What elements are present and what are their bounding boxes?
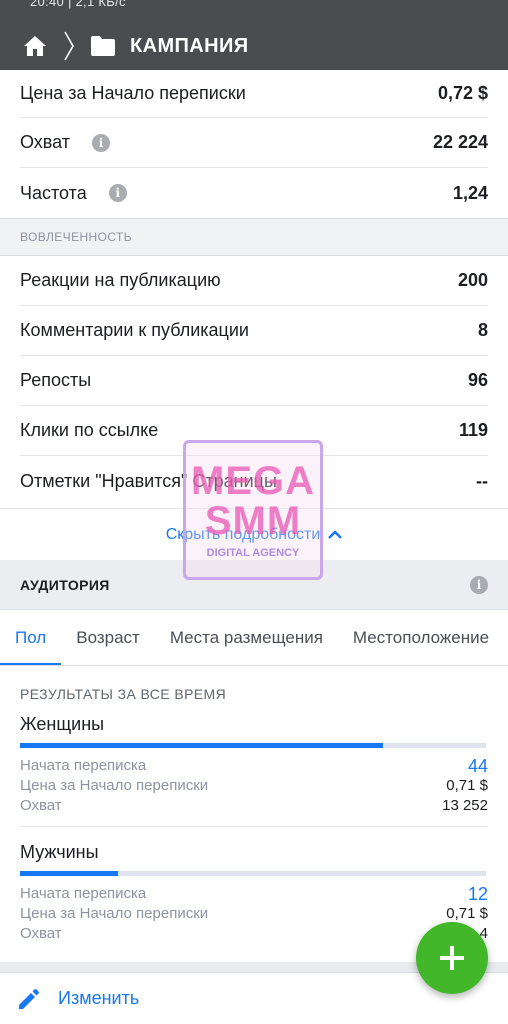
engagement-label: Клики по ссылке bbox=[20, 420, 159, 440]
gender-metric-label: Цена за Начало переписки bbox=[20, 905, 209, 922]
gender-metric-label: Охват bbox=[20, 925, 62, 942]
gender-bar-fill bbox=[20, 743, 384, 748]
info-icon[interactable]: i bbox=[470, 575, 488, 594]
gender-metric-label: Начата переписка bbox=[20, 757, 147, 774]
gender-group-women: Женщины Начата переписка 44 Цена за Нача… bbox=[20, 714, 488, 816]
gender-metric-value: 0,71 $ bbox=[446, 905, 488, 922]
gender-bar-track bbox=[20, 743, 486, 748]
metric-value: 1,24 bbox=[452, 182, 488, 203]
tab-gender[interactable]: Пол bbox=[0, 610, 62, 665]
watermark-logo: MEGA SMM DIGITAL AGENCY bbox=[183, 440, 323, 580]
gender-metric-label: Охват bbox=[20, 797, 62, 814]
watermark-line3: DIGITAL AGENCY bbox=[206, 547, 300, 559]
gender-group-men: Мужчины Начата переписка 12 Цена за Нача… bbox=[20, 842, 488, 944]
gender-metric-row: Цена за Начало переписки 0,71 $ bbox=[20, 776, 488, 796]
gender-metric-row: Начата переписка 44 bbox=[20, 756, 488, 776]
metric-row-cost-per-conversation: Цена за Начало переписки 0,72 $ bbox=[20, 70, 488, 118]
gender-metric-value: 44 bbox=[467, 756, 488, 776]
engagement-row: Комментарии к публикации 8 bbox=[20, 306, 488, 356]
divider bbox=[20, 826, 488, 827]
gender-metric-value: 13 252 bbox=[442, 797, 488, 814]
engagement-row: Репосты 96 bbox=[20, 356, 488, 406]
gender-metric-value: 12 bbox=[467, 884, 488, 904]
metric-value: 22 224 bbox=[432, 132, 488, 152]
tab-placements[interactable]: Места размещения bbox=[155, 610, 338, 665]
metric-row-reach: Охват i 22 224 bbox=[20, 118, 488, 168]
pencil-icon bbox=[19, 988, 39, 1009]
engagement-value: 8 bbox=[477, 320, 488, 340]
engagement-label: Комментарии к публикации bbox=[20, 320, 249, 340]
watermark-line1: MEGA bbox=[191, 459, 315, 503]
metric-label: Охват bbox=[20, 132, 71, 152]
gender-name: Женщины bbox=[20, 714, 105, 734]
gender-metric-row: Цена за Начало переписки 0,71 $ bbox=[20, 904, 488, 924]
metric-label: Цена за Начало переписки bbox=[20, 83, 246, 103]
add-button[interactable] bbox=[416, 922, 488, 994]
chevron-up-icon bbox=[328, 529, 343, 539]
metric-row-frequency: Частота i 1,24 bbox=[20, 168, 488, 218]
metric-label: Частота bbox=[20, 182, 87, 203]
engagement-value: -- bbox=[476, 470, 488, 491]
chevron-right-icon bbox=[64, 31, 74, 61]
engagement-row: Реакции на публикацию 200 bbox=[20, 256, 488, 306]
results-panel: РЕЗУЛЬТАТЫ ЗА ВСЕ ВРЕМЯ Женщины Начата п… bbox=[0, 666, 508, 962]
gender-name: Мужчины bbox=[20, 842, 99, 862]
gender-metric-value: 0,71 $ bbox=[446, 777, 488, 794]
engagement-label: Реакции на публикацию bbox=[20, 270, 221, 290]
status-bar-text: 20:40 | 2,1 КБ/с bbox=[30, 0, 126, 9]
info-icon[interactable]: i bbox=[92, 133, 111, 152]
gender-metric-label: Начата переписка bbox=[20, 885, 147, 902]
plus-icon bbox=[440, 946, 464, 970]
gender-bar-fill bbox=[20, 871, 118, 876]
engagement-label: Репосты bbox=[20, 370, 92, 390]
section-label-engagement: ВОВЛЕЧЕННОСТЬ bbox=[0, 218, 508, 256]
metric-value: 0,72 $ bbox=[437, 83, 488, 103]
audience-tabs: Пол Возраст Места размещения Местоположе… bbox=[0, 610, 508, 666]
gender-metric-row: Начата переписка 12 bbox=[20, 884, 488, 904]
folder-icon[interactable] bbox=[90, 35, 116, 57]
engagement-value: 119 bbox=[458, 420, 488, 440]
engagement-value: 96 bbox=[467, 370, 488, 390]
metrics-card: Цена за Начало переписки 0,72 $ Охват i 2… bbox=[0, 70, 508, 218]
home-icon[interactable] bbox=[22, 34, 48, 58]
watermark-line2: SMM bbox=[204, 499, 302, 543]
edit-label: Изменить bbox=[58, 988, 140, 1008]
page-title: КАМПАНИЯ bbox=[130, 34, 249, 57]
results-header: РЕЗУЛЬТАТЫ ЗА ВСЕ ВРЕМЯ bbox=[20, 686, 227, 702]
gender-bar-track bbox=[20, 871, 486, 876]
audience-title: АУДИТОРИЯ bbox=[20, 576, 110, 593]
gender-metric-row: Охват 13 252 bbox=[20, 796, 488, 816]
tab-location[interactable]: Местоположение bbox=[338, 610, 504, 665]
engagement-value: 200 bbox=[457, 270, 488, 290]
tab-age[interactable]: Возраст bbox=[61, 610, 155, 665]
status-bar: 20:40 | 2,1 КБ/с bbox=[0, 0, 508, 10]
info-icon[interactable]: i bbox=[108, 184, 127, 202]
gender-metric-label: Цена за Начало переписки bbox=[20, 777, 209, 794]
gender-metric-row: Охват ...4 bbox=[20, 924, 488, 944]
